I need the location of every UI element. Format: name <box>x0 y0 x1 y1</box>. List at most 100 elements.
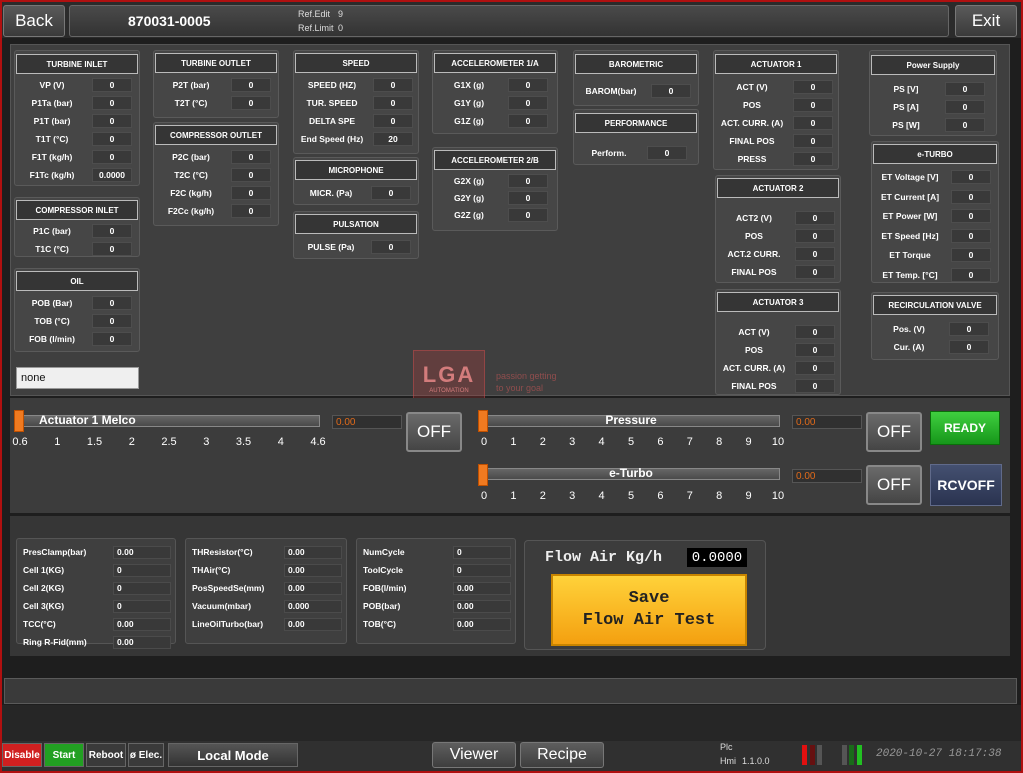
aux-label: ToolCycle <box>363 565 403 575</box>
compressor-outlet-title: COMPRESSOR OUTLET <box>155 125 277 145</box>
slider-tick-label: 7 <box>686 490 693 502</box>
aux-row: Ring R-Fid(mm) 0.00 <box>23 635 173 649</box>
power-supply-row: PS [A] 0 <box>871 99 993 115</box>
actuator-1-title: ACTUATOR 1 <box>715 54 837 74</box>
accel-2b-label: G2Y (g) <box>453 193 485 203</box>
aux-row: THResistor(°C) 0.00 <box>192 545 342 559</box>
aux-row: Vacuum(mbar) 0.000 <box>192 599 342 613</box>
pressure-slider-thumb[interactable] <box>478 410 488 432</box>
back-button[interactable]: Back <box>3 5 65 37</box>
eturbo-panel-label: ET Voltage [V] <box>881 172 939 182</box>
pressure-slider-track[interactable]: Pressure <box>482 413 780 427</box>
flow-air-panel: Flow Air Kg/h 0.0000 Save Flow Air Test <box>524 540 766 650</box>
eturbo-off-button[interactable]: OFF <box>866 465 922 505</box>
status-led-red <box>802 745 807 765</box>
actuator1-label: ACT. CURR. (A) <box>720 118 784 128</box>
slider-tick-label: 8 <box>716 490 723 502</box>
turbine-inlet-row: P1Ta (bar) 0 <box>16 95 138 111</box>
exit-button[interactable]: Exit <box>955 5 1017 37</box>
actuator2-value: 0 <box>795 265 835 279</box>
power-supply-row: PS [V] 0 <box>871 81 993 97</box>
accel-2b-value: 0 <box>508 191 548 205</box>
slider-tick-label: 9 <box>745 490 752 502</box>
compressor-outlet-label: F2C (kg/h) <box>170 188 212 198</box>
recipe-button[interactable]: Recipe <box>520 742 604 768</box>
slider-tick-label: 5 <box>627 436 635 448</box>
ready-button[interactable]: READY <box>930 411 1000 445</box>
slider-tick-label: 5 <box>627 490 635 502</box>
actuator1-value: 0 <box>793 116 833 130</box>
slider-tick-label: 3.5 <box>235 436 252 448</box>
logo-text: LGA <box>422 361 476 387</box>
eturbo-panel-label: ET Current [A] <box>880 191 940 202</box>
turbine-outlet-label: P2T (bar) <box>172 80 210 90</box>
eturbo-slider-label: e-Turbo <box>609 466 653 480</box>
eturbo-setpoint-field[interactable]: 0.00 <box>792 469 862 483</box>
power-supply-value: 0 <box>945 82 985 96</box>
part-code: 870031-0005 <box>128 13 211 29</box>
actuator1-row: POS 0 <box>715 97 837 113</box>
aux-row: PresClamp(bar) 0.00 <box>23 545 173 559</box>
slogan-line-2: to your goal <box>496 383 544 393</box>
actuator3-row: ACT. CURR. (A) 0 <box>717 360 839 376</box>
ref-edit-value: 9 <box>338 9 344 19</box>
speed-row: SPEED (HZ) 0 <box>295 77 417 93</box>
turbine-inlet-value: 0.0000 <box>92 168 132 182</box>
slider-tick-label: 7 <box>686 436 693 448</box>
eturbo-slider-thumb[interactable] <box>478 464 488 486</box>
slider-tick-label: 0 <box>480 436 488 448</box>
accel-2b-value: 0 <box>508 174 548 188</box>
actuator1-slider-thumb[interactable] <box>14 410 24 432</box>
status-text-field[interactable]: none <box>16 367 139 389</box>
accel-1a-label: G1Z (g) <box>454 116 484 126</box>
aux-row: PosSpeedSe(mm) 0.00 <box>192 581 342 595</box>
pressure-off-button[interactable]: OFF <box>866 412 922 452</box>
clamp-cells-group: PresClamp(bar) 0.00 Cell 1(KG) 0 Cell 2(KG) 0… <box>16 538 176 649</box>
aux-label: Vacuum(mbar) <box>192 601 252 611</box>
status-led-grey-2 <box>842 745 847 765</box>
compressor-outlet-row: F2C (kg/h) 0 <box>155 185 277 201</box>
aux-value: 0.00 <box>453 581 511 595</box>
aux-value: 0.00 <box>113 617 171 631</box>
pressure-setpoint-field[interactable]: 0.00 <box>792 415 862 429</box>
save-flow-air-test-button[interactable]: Save Flow Air Test <box>551 574 747 646</box>
eturbo-slider-track[interactable]: e-Turbo <box>482 466 780 480</box>
actuator1-value: 0 <box>793 152 833 166</box>
start-button[interactable]: Start <box>44 743 84 767</box>
hmi-version: 1.1.0.0 <box>742 756 770 766</box>
eturbo-panel-value: 0 <box>951 228 991 243</box>
aux-value: 0.00 <box>284 581 342 595</box>
oil-row: POB (Bar) 0 <box>16 295 138 311</box>
aux-label: Cell 3(KG) <box>23 601 65 611</box>
actuator1-setpoint-field[interactable]: 0.00 <box>332 415 402 429</box>
accel-1a-row: G1X (g) 0 <box>434 77 556 93</box>
accel-2b-value: 0 <box>508 208 548 222</box>
oil-label: POB (Bar) <box>31 298 73 308</box>
aux-value: 0 <box>113 563 171 577</box>
elec-button[interactable]: ø Elec. <box>128 743 164 767</box>
accel-1a-row: G1Y (g) 0 <box>434 95 556 111</box>
aux-value: 0.00 <box>284 617 342 631</box>
eturbo-panel-label: ET Torque <box>889 250 931 260</box>
slider-tick-label: 3 <box>569 490 576 502</box>
disable-button[interactable]: Disable <box>2 743 42 767</box>
aux-row: FOB(l/min) 0.00 <box>363 581 513 595</box>
recirc-valve-row: Cur. (A) 0 <box>873 339 995 355</box>
actuator1-slider-track[interactable]: Actuator 1 Melco <box>20 413 320 427</box>
cycle-oil-group: NumCycle 0 ToolCycle 0 FOB(l/min) 0.00 POB(bar… <box>356 538 516 644</box>
reboot-button[interactable]: Reboot <box>86 743 126 767</box>
viewer-button[interactable]: Viewer <box>432 742 516 768</box>
turbine-inlet-label: F1Tc (kg/h) <box>29 170 75 180</box>
recirc-valve-label: Cur. (A) <box>893 342 925 352</box>
actuator1-off-button[interactable]: OFF <box>406 412 462 452</box>
aux-value: 0 <box>453 563 511 577</box>
aux-label: NumCycle <box>363 547 405 557</box>
rcvoff-button[interactable]: RCVOFF <box>930 464 1002 506</box>
aux-value: 0 <box>113 599 171 613</box>
message-bar <box>4 678 1017 704</box>
actuator1-row: PRESS 0 <box>715 151 837 167</box>
actuator3-label: POS <box>745 345 763 355</box>
turbine-inlet-value: 0 <box>92 96 132 110</box>
microphone-label: MICR. (Pa) <box>309 188 353 198</box>
aux-value: 0.00 <box>453 617 511 631</box>
